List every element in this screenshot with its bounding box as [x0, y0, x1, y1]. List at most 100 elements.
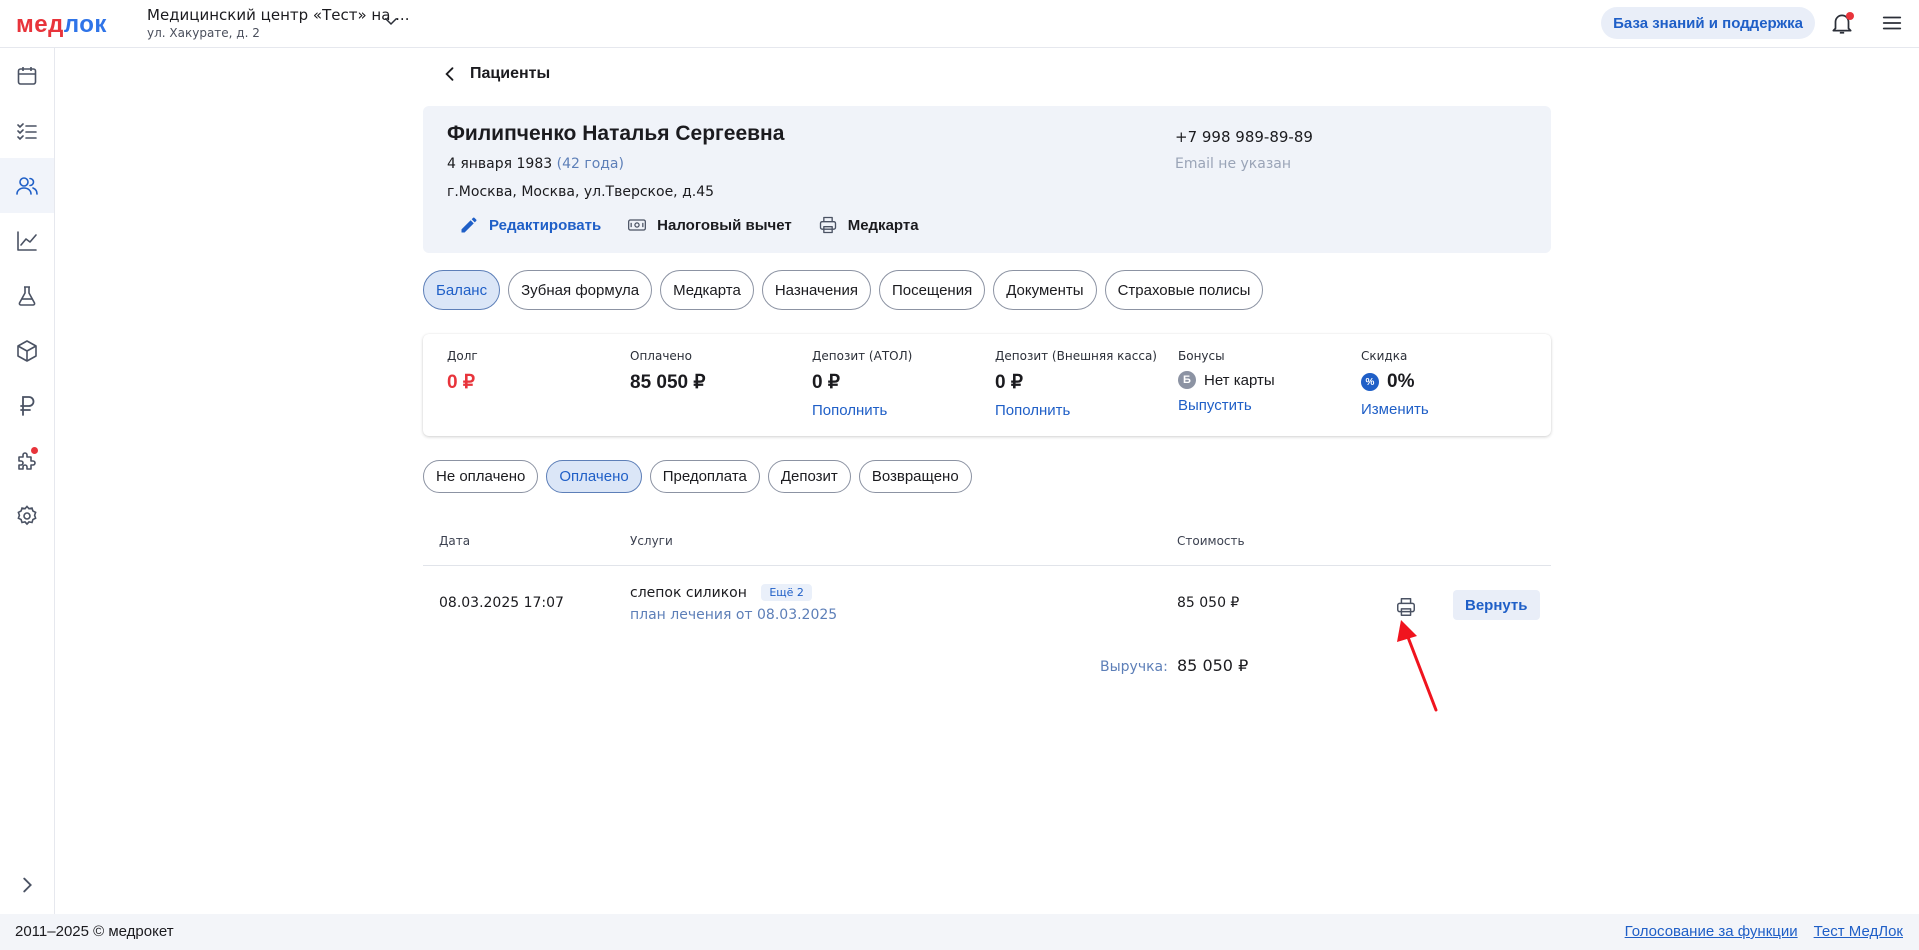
back-to-patients[interactable]: Пациенты [440, 64, 550, 84]
copyright: 2011–2025 © медрокет [15, 923, 174, 940]
discount-value: 0% [1387, 371, 1415, 392]
footer-link-feature-voting[interactable]: Голосование за функции [1625, 923, 1798, 940]
deposit-atol-topup-link[interactable]: Пополнить [812, 402, 912, 419]
paid-label: Оплачено [630, 349, 692, 363]
filter-paid[interactable]: Оплачено [546, 460, 642, 493]
sidebar-item-lab[interactable] [0, 268, 54, 323]
clinic-name: Медицинский центр «Тест» на ... [147, 6, 410, 24]
sidebar-item-patients[interactable] [0, 158, 54, 213]
tab-documents[interactable]: Документы [993, 270, 1097, 310]
filter-returned[interactable]: Возвращено [858, 460, 972, 493]
footer: 2011–2025 © медрокет Голосование за функ… [0, 914, 1919, 950]
patient-name: Филипченко Наталья Сергеевна [447, 122, 785, 145]
debt-label: Долг [447, 349, 478, 363]
bonus-block: Бонусы Б Нет карты Выпустить [1178, 349, 1275, 414]
knowledge-base-button[interactable]: База знаний и поддержка [1601, 7, 1815, 39]
sidebar-item-finance[interactable] [0, 378, 54, 433]
edit-button[interactable]: Редактировать [459, 215, 601, 235]
printer-icon [1397, 598, 1415, 616]
patient-address: г.Москва, Москва, ул.Тверское, д.45 [447, 184, 715, 200]
sidebar-item-integrations[interactable] [0, 433, 54, 488]
filter-deposit[interactable]: Депозит [767, 460, 851, 493]
bonus-issue-link[interactable]: Выпустить [1178, 397, 1275, 414]
money-icon [628, 219, 647, 231]
tab-visits[interactable]: Посещения [878, 270, 986, 310]
deposit-atol-block: Депозит (АТОЛ) 0 ₽ Пополнить [812, 349, 912, 419]
deposit-external-value: 0 ₽ [995, 372, 1023, 393]
notifications-button[interactable] [1829, 10, 1855, 36]
row-services: слепок силикон Ещё 2 план лечения от 08.… [630, 584, 837, 623]
medcard-label: Медкарта [847, 216, 919, 234]
logo[interactable]: медлок [16, 11, 107, 39]
service-name: слепок силикон [630, 585, 747, 601]
filter-unpaid[interactable]: Не оплачено [423, 460, 539, 493]
percent-icon: % [1361, 373, 1379, 391]
treatment-plan-link[interactable]: план лечения от 08.03.2025 [630, 607, 837, 623]
patient-birthdate: 4 января 1983 [447, 156, 553, 172]
deposit-atol-label: Депозит (АТОЛ) [812, 349, 913, 363]
more-services-badge[interactable]: Ещё 2 [761, 584, 812, 601]
filter-prepayment[interactable]: Предоплата [649, 460, 760, 493]
sidebar-item-warehouse[interactable] [0, 323, 54, 378]
debt-value: 0 ₽ [447, 372, 475, 393]
discount-value-row: % 0% [1361, 371, 1429, 393]
menu-icon[interactable] [1881, 12, 1903, 34]
bonus-label: Бонусы [1178, 349, 1225, 363]
patient-tabs: Баланс Зубная формула Медкарта Назначени… [423, 270, 1264, 310]
chevron-down-icon[interactable] [382, 12, 400, 30]
logo-part-2: лок [63, 11, 107, 38]
checklist-icon [17, 122, 37, 140]
column-date: Дата [439, 534, 471, 548]
column-cost: Стоимость [1177, 534, 1245, 548]
deposit-external-topup-link[interactable]: Пополнить [995, 402, 1157, 419]
tab-balance[interactable]: Баланс [423, 270, 501, 310]
clinic-selector[interactable]: Медицинский центр «Тест» на ... ул. Хаку… [147, 6, 409, 40]
paid-block: Оплачено 85 050 ₽ [630, 349, 705, 394]
patient-actions: Редактировать Налоговый вычет Медкарта [459, 215, 919, 235]
edit-label: Редактировать [489, 216, 602, 234]
ruble-icon [20, 395, 35, 416]
calendar-icon [17, 66, 37, 85]
column-services: Услуги [630, 534, 673, 548]
logo-part-1: мед [16, 11, 64, 38]
deposit-atol-value: 0 ₽ [812, 372, 840, 393]
patient-dob: 4 января 1983 (42 года) [447, 156, 624, 172]
top-bar: медлок Медицинский центр «Тест» на ... у… [0, 0, 1919, 48]
patient-email: Email не указан [1175, 156, 1292, 172]
tax-deduction-button[interactable]: Налоговый вычет [627, 215, 792, 235]
return-button[interactable]: Вернуть [1453, 590, 1540, 620]
revenue-label: Выручка: [1100, 659, 1168, 675]
tab-insurance[interactable]: Страховые полисы [1104, 270, 1264, 310]
clinic-address: ул. Хакурате, д. 2 [147, 26, 260, 40]
footer-links: Голосование за функции Тест МедЛок [1625, 923, 1903, 940]
medcard-print-button[interactable]: Медкарта [818, 215, 919, 235]
printer-icon [819, 216, 836, 234]
tax-deduction-label: Налоговый вычет [657, 216, 792, 234]
notification-dot [31, 447, 38, 454]
sidebar-item-calendar[interactable] [0, 48, 54, 103]
sidebar-item-analytics[interactable] [0, 213, 54, 268]
discount-label: Скидка [1361, 349, 1408, 363]
paid-value: 85 050 ₽ [630, 372, 706, 393]
bonus-value: Нет карты [1204, 371, 1275, 389]
discount-block: Скидка % 0% Изменить [1361, 349, 1429, 418]
patient-phone[interactable]: +7 998 989-89-89 [1175, 128, 1313, 146]
discount-change-link[interactable]: Изменить [1361, 401, 1429, 418]
chevron-left-icon [445, 67, 454, 81]
chevron-right-icon[interactable] [16, 874, 38, 896]
sidebar-item-tasks[interactable] [0, 103, 54, 158]
tab-dental-formula[interactable]: Зубная формула [508, 270, 653, 310]
bonus-value-row: Б Нет карты [1178, 371, 1275, 389]
warehouse-box-icon [17, 339, 37, 362]
sidebar [0, 48, 55, 914]
footer-link-test-medlok[interactable]: Тест МедЛок [1814, 923, 1903, 940]
sidebar-item-settings[interactable] [0, 488, 54, 543]
tab-medcard[interactable]: Медкарта [660, 270, 754, 310]
patient-age: (42 года) [556, 156, 624, 172]
deposit-external-label: Депозит (Внешняя касса) [995, 349, 1157, 363]
tab-appointments[interactable]: Назначения [761, 270, 871, 310]
annotation-arrow-icon [1397, 620, 1438, 712]
analytics-icon [17, 230, 37, 251]
table-header: Дата Услуги Стоимость [423, 526, 1551, 566]
bonus-badge-icon: Б [1178, 371, 1196, 389]
